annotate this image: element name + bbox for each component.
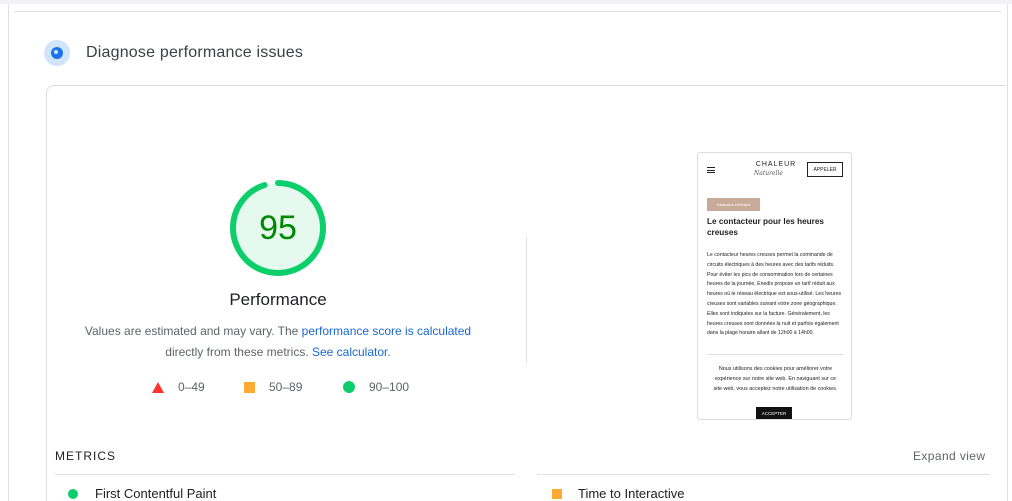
description-suffix: .	[387, 345, 391, 359]
score-description: Values are estimated and may vary. The p…	[78, 321, 478, 363]
site-logo: CHALEUR	[755, 161, 797, 168]
description-prefix: Values are estimated and may vary. The	[84, 324, 302, 338]
cookie-notice: Nous utilisons des cookies pour améliore…	[713, 366, 838, 392]
metrics-rule-right	[537, 474, 990, 475]
hamburger-menu-icon	[707, 167, 715, 173]
expand-view-button[interactable]: Expand view	[913, 449, 985, 463]
see-calculator-link[interactable]: See calculator	[312, 345, 387, 359]
vertical-divider	[526, 237, 527, 363]
metric-first-contentful-paint: First Contentful Paint	[68, 486, 216, 501]
site-logo-subtitle: Naturelle	[754, 170, 783, 177]
lighthouse-icon	[44, 40, 70, 66]
metrics-heading: METRICS	[55, 449, 116, 463]
article-heading: Le contacteur pour les heures creuses	[707, 217, 824, 237]
legend-range: 50–89	[269, 380, 303, 394]
legend-item-pass: 90–100	[343, 380, 409, 394]
description-middle: directly from these metrics.	[165, 345, 312, 359]
category-tag: Installation électrique	[707, 198, 760, 211]
cookie-separator	[707, 354, 843, 355]
triangle-icon	[152, 381, 164, 393]
square-icon	[244, 381, 255, 393]
circle-icon	[343, 381, 355, 393]
performance-gauge: 95	[228, 178, 328, 278]
metrics-rule-left	[55, 474, 515, 475]
legend-item-average: 50–89	[244, 380, 302, 394]
section-title: Diagnose performance issues	[86, 44, 304, 61]
legend-range: 0–49	[178, 380, 205, 394]
article-body: Le contacteur heures creuses permet la c…	[707, 252, 842, 337]
performance-score: 95	[259, 208, 297, 247]
score-calculated-link[interactable]: performance score is calculated	[302, 324, 471, 338]
top-divider	[14, 11, 1001, 12]
legend-item-fail: 0–49	[152, 380, 205, 394]
square-icon	[552, 488, 562, 499]
final-screenshot: CHALEUR Naturelle APPELER Installation é…	[697, 152, 852, 420]
metric-label: Time to Interactive	[578, 486, 685, 501]
call-button: APPELER	[807, 162, 843, 177]
circle-icon	[68, 488, 78, 499]
metric-label: First Contentful Paint	[95, 486, 217, 501]
accept-cookies-button: ACCEPTER	[756, 407, 792, 419]
legend-range: 90–100	[369, 380, 410, 394]
gauge-title: Performance	[229, 290, 327, 309]
metric-time-to-interactive: Time to Interactive	[552, 486, 684, 501]
